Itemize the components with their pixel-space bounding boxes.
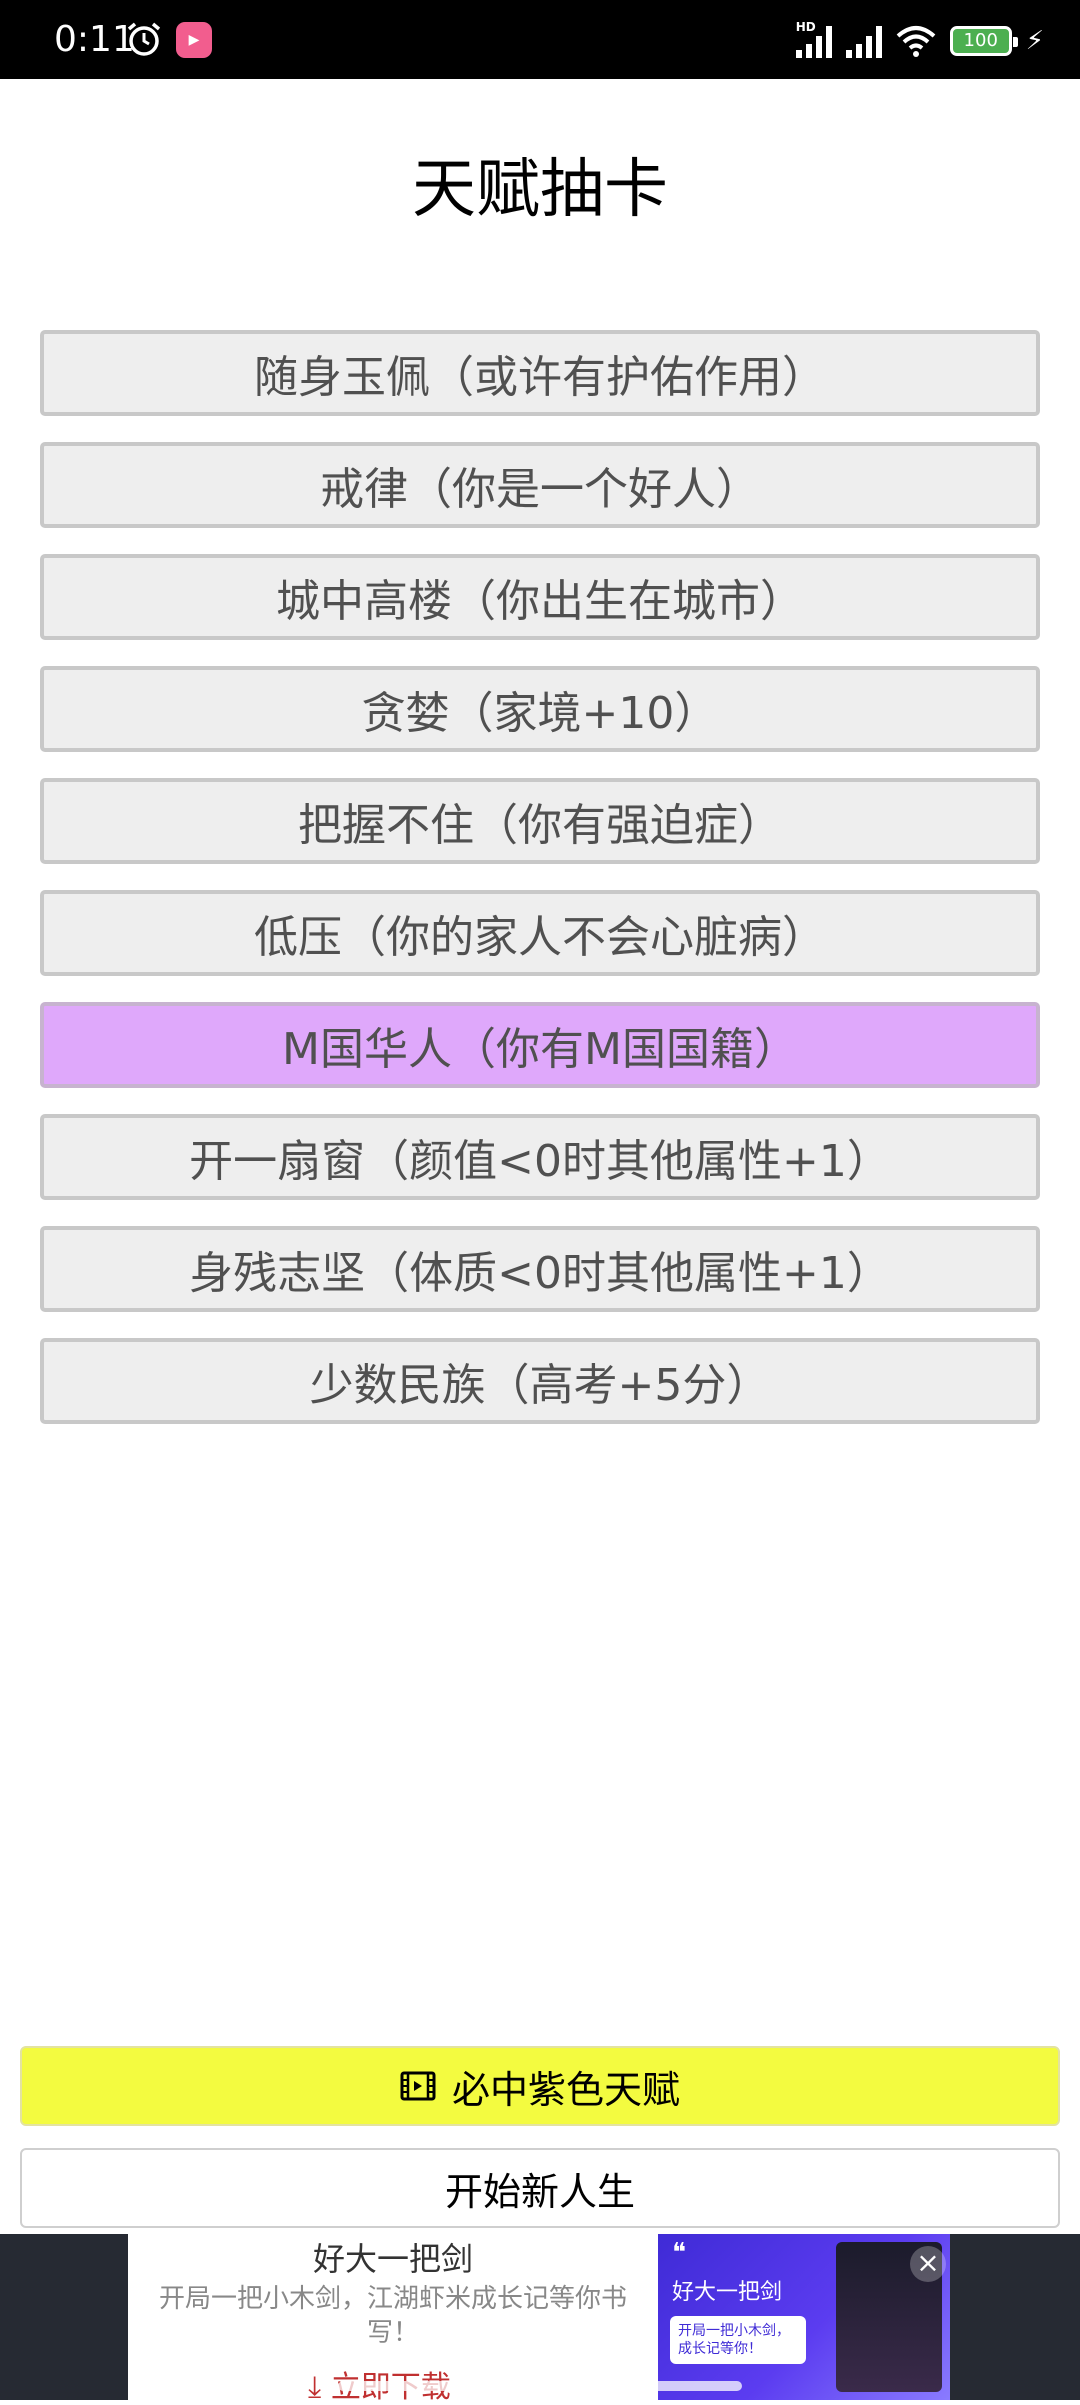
bilibili-app-icon: ▶	[176, 22, 212, 58]
guaranteed-purple-label: 必中紫色天赋	[451, 2067, 680, 2112]
quote-icon: ❝	[672, 2238, 686, 2268]
talent-item[interactable]: 把握不住（你有强迫症）	[40, 778, 1040, 864]
battery-icon: 100	[949, 26, 1018, 56]
talent-item[interactable]: 戒律（你是一个好人）	[40, 442, 1040, 528]
talent-item[interactable]: 随身玉佩（或许有护佑作用）	[40, 330, 1040, 416]
guaranteed-purple-talent-button[interactable]: 必中紫色天赋	[20, 2046, 1060, 2126]
alarm-clock-icon	[127, 22, 161, 56]
ad-description: 开局一把小木剑，江湖虾米成长记等你书写！	[158, 2284, 627, 2348]
status-time: 0:11	[54, 19, 135, 60]
new-life-button[interactable]: 开始新人生	[20, 2148, 1060, 2228]
charging-bolt-icon: ⚡	[1025, 26, 1044, 56]
talent-item[interactable]: 身残志坚（体质<0时其他属性+1）	[40, 1226, 1040, 1312]
page-title: 天赋抽卡	[412, 153, 668, 227]
wifi-icon	[896, 26, 936, 57]
ad-image-title: 好大一把剑	[672, 2280, 783, 2305]
talent-item[interactable]: 城中高楼（你出生在城市）	[40, 554, 1040, 640]
hd-signal-icon: HD	[795, 20, 832, 58]
status-bar: 0:11 ▶ HD 100 ⚡	[0, 0, 1080, 79]
talent-item[interactable]: 少数民族（高考+5分）	[40, 1338, 1040, 1424]
battery-level: 100	[963, 30, 998, 51]
talent-item-selected[interactable]: M国华人（你有M国国籍）	[40, 1002, 1040, 1088]
status-icons: HD 100 ⚡	[795, 18, 1044, 64]
ad-image-caption: 开局一把小木剑，成长记等你！	[670, 2316, 806, 2364]
hd-label: HD	[795, 20, 816, 34]
talent-list: 随身玉佩（或许有护佑作用） 戒律（你是一个好人） 城中高楼（你出生在城市） 贪婪…	[40, 330, 1040, 1450]
ad-image[interactable]: ❝ 好大一把剑 开局一把小木剑，成长记等你！	[658, 2234, 950, 2400]
video-ad-icon	[400, 2071, 436, 2101]
cell-signal-icon	[845, 24, 882, 58]
talent-item[interactable]: 低压（你的家人不会心脏病）	[40, 890, 1040, 976]
talent-item[interactable]: 贪婪（家境+10）	[40, 666, 1040, 752]
ad-card[interactable]: 好大一把剑 开局一把小木剑，江湖虾米成长记等你书写！ ⤓ 立即下载	[128, 2234, 658, 2404]
talent-item[interactable]: 开一扇窗（颜值<0时其他属性+1）	[40, 1114, 1040, 1200]
ad-title: 好大一把剑	[312, 2240, 473, 2278]
gesture-nav-handle[interactable]	[338, 2381, 742, 2391]
ad-close-icon[interactable]: ×	[910, 2246, 946, 2282]
